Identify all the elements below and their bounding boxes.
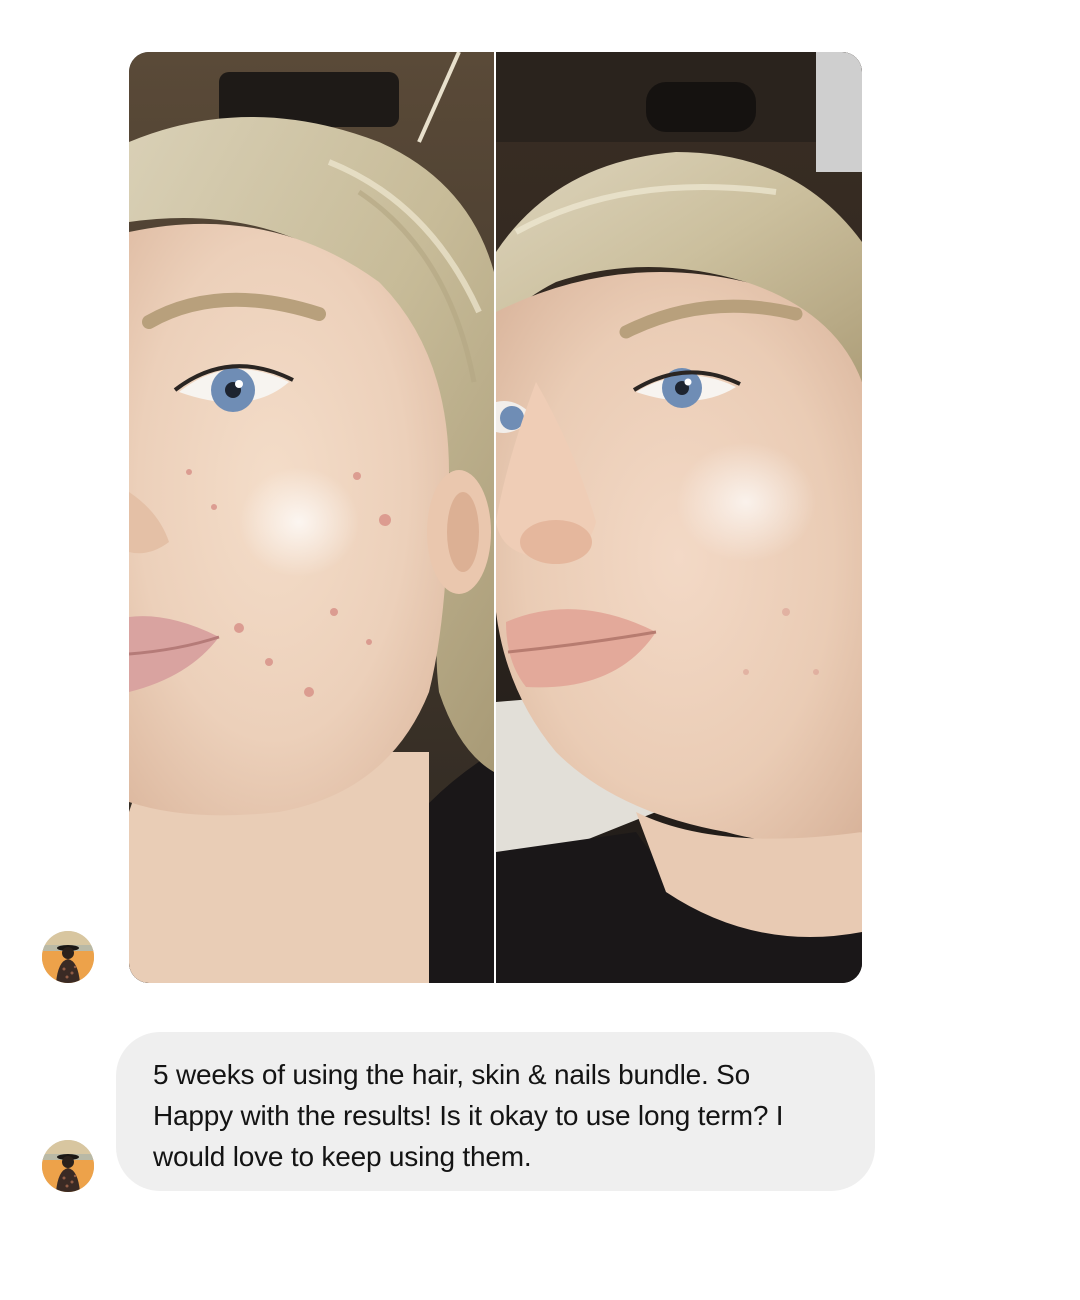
sender-avatar[interactable] [42, 931, 94, 983]
user-avatar-photo-icon [42, 931, 94, 983]
message-bubble[interactable]: 5 weeks of using the hair, skin & nails … [116, 1032, 875, 1191]
message-text: 5 weeks of using the hair, skin & nails … [153, 1059, 784, 1172]
before-photo [129, 52, 494, 983]
user-avatar-photo-icon [42, 1140, 94, 1192]
photo-message[interactable] [129, 52, 862, 983]
after-photo [496, 52, 862, 983]
sender-avatar[interactable] [42, 1140, 94, 1192]
